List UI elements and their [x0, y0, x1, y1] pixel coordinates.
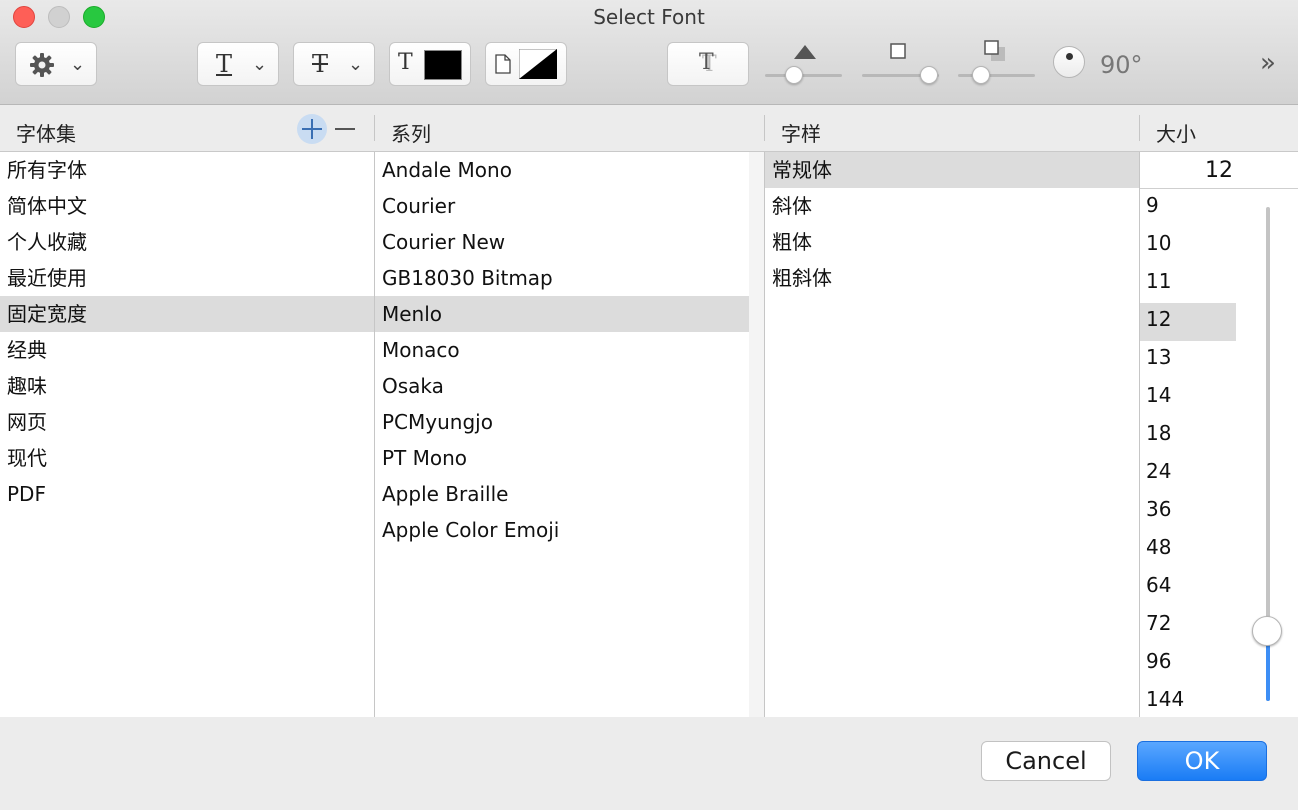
typefaces-list: 常规体 斜体 粗体 粗斜体 [765, 152, 1139, 717]
size-option[interactable]: 10 [1140, 227, 1236, 265]
add-collection-button[interactable] [297, 114, 327, 144]
gear-icon [30, 53, 54, 77]
blur-square-icon [890, 43, 906, 59]
document-color-swatch [519, 49, 557, 79]
cancel-button[interactable]: Cancel [981, 741, 1111, 781]
ok-button[interactable]: OK [1137, 741, 1267, 781]
shadow-blur-knob[interactable] [920, 66, 938, 84]
strikethrough-menu-button[interactable]: T ⌄ [293, 42, 375, 86]
column-header-row: 字体集 系列 字样 大小 [0, 105, 1298, 152]
shadow-distance-knob[interactable] [972, 66, 990, 84]
plus-icon [302, 119, 322, 139]
size-slider-knob[interactable] [1252, 616, 1282, 646]
family-item[interactable]: PT Mono [375, 440, 749, 476]
underline-menu-button[interactable]: T ⌄ [197, 42, 279, 86]
text-color-icon: T [398, 50, 413, 75]
size-option[interactable]: 64 [1140, 569, 1236, 607]
typeface-item[interactable]: 斜体 [765, 188, 1139, 224]
toolbar-overflow-button[interactable]: » [1260, 48, 1276, 78]
size-input[interactable]: 12 [1140, 152, 1298, 189]
title-bar: Select Font ⌄ T ⌄ T ⌄ T T T 90° » [0, 0, 1298, 105]
window-title: Select Font [593, 5, 705, 29]
family-item[interactable]: Apple Braille [375, 476, 749, 512]
collection-item[interactable]: 经典 [0, 332, 374, 368]
family-header: 系列 [391, 122, 431, 146]
typeface-item[interactable]: 粗斜体 [765, 260, 1139, 296]
family-item[interactable]: Menlo [375, 296, 749, 332]
collections-header: 字体集 [16, 122, 76, 146]
header-divider [374, 115, 375, 141]
family-item[interactable]: Monaco [375, 332, 749, 368]
shadow-opacity-knob[interactable] [785, 66, 803, 84]
remove-collection-button[interactable] [333, 123, 357, 135]
size-option[interactable]: 48 [1140, 531, 1236, 569]
collection-item[interactable]: 最近使用 [0, 260, 374, 296]
header-divider [764, 115, 765, 141]
families-list: Andale Mono Courier Courier New GB18030 Bit… [375, 152, 749, 717]
shadow-distance-track[interactable] [958, 74, 1035, 77]
collection-item[interactable]: 简体中文 [0, 188, 374, 224]
text-shadow-button[interactable]: T T [667, 42, 749, 86]
family-item[interactable]: GB18030 Bitmap [375, 260, 749, 296]
size-option[interactable]: 96 [1140, 645, 1236, 683]
size-option[interactable]: 18 [1140, 417, 1236, 455]
underline-icon: T [216, 50, 233, 78]
size-option[interactable]: 11 [1140, 265, 1236, 303]
family-item[interactable]: Osaka [375, 368, 749, 404]
collection-item[interactable]: 网页 [0, 404, 374, 440]
text-color-button[interactable]: T [389, 42, 471, 86]
size-option[interactable]: 9 [1140, 189, 1236, 227]
collection-item[interactable]: 所有字体 [0, 152, 374, 188]
size-option[interactable]: 24 [1140, 455, 1236, 493]
families-scrollbar-area[interactable] [749, 152, 764, 717]
font-panel-window: Select Font ⌄ T ⌄ T ⌄ T T T 90° » 字体集 系列… [0, 0, 1298, 810]
chevron-down-icon: ⌄ [348, 54, 364, 75]
rotation-dial-indicator [1066, 53, 1073, 60]
family-item[interactable]: Courier New [375, 224, 749, 260]
strikethrough-icon: T [312, 50, 329, 78]
size-option[interactable]: 14 [1140, 379, 1236, 417]
collection-item[interactable]: 现代 [0, 440, 374, 476]
shadow-opacity-track[interactable] [765, 74, 842, 77]
triangle-icon [794, 45, 816, 59]
header-divider [1139, 115, 1140, 141]
offset-squares-icon [984, 40, 1005, 61]
rotation-dial[interactable] [1053, 46, 1085, 78]
document-icon [495, 54, 511, 74]
typeface-item[interactable]: 粗体 [765, 224, 1139, 260]
family-item[interactable]: Apple Color Emoji [375, 512, 749, 548]
typeface-header: 字样 [781, 122, 821, 146]
size-option[interactable]: 144 [1140, 683, 1236, 717]
family-item[interactable]: Courier [375, 188, 749, 224]
collection-item[interactable]: 趣味 [0, 368, 374, 404]
size-option[interactable]: 13 [1140, 341, 1236, 379]
collection-item[interactable]: PDF [0, 476, 374, 512]
collection-item[interactable]: 个人收藏 [0, 224, 374, 260]
family-item[interactable]: Andale Mono [375, 152, 749, 188]
typeface-item[interactable]: 常规体 [765, 152, 1139, 188]
size-option[interactable]: 36 [1140, 493, 1236, 531]
rotation-label: 90° [1100, 51, 1143, 79]
family-item[interactable]: PCMyungjo [375, 404, 749, 440]
document-color-button[interactable] [485, 42, 567, 86]
chevron-down-icon: ⌄ [252, 54, 268, 75]
text-color-swatch [424, 50, 462, 80]
shadow-letter-icon: T [699, 50, 714, 75]
collections-list: 所有字体 简体中文 个人收藏 最近使用 固定宽度 经典 趣味 网页 现代 PDF [0, 152, 374, 717]
chevron-down-icon: ⌄ [70, 54, 86, 75]
size-option[interactable]: 72 [1140, 607, 1236, 645]
collection-item[interactable]: 固定宽度 [0, 296, 374, 332]
action-menu-button[interactable]: ⌄ [15, 42, 97, 86]
size-header: 大小 [1156, 122, 1196, 146]
size-option[interactable]: 12 [1140, 303, 1236, 341]
